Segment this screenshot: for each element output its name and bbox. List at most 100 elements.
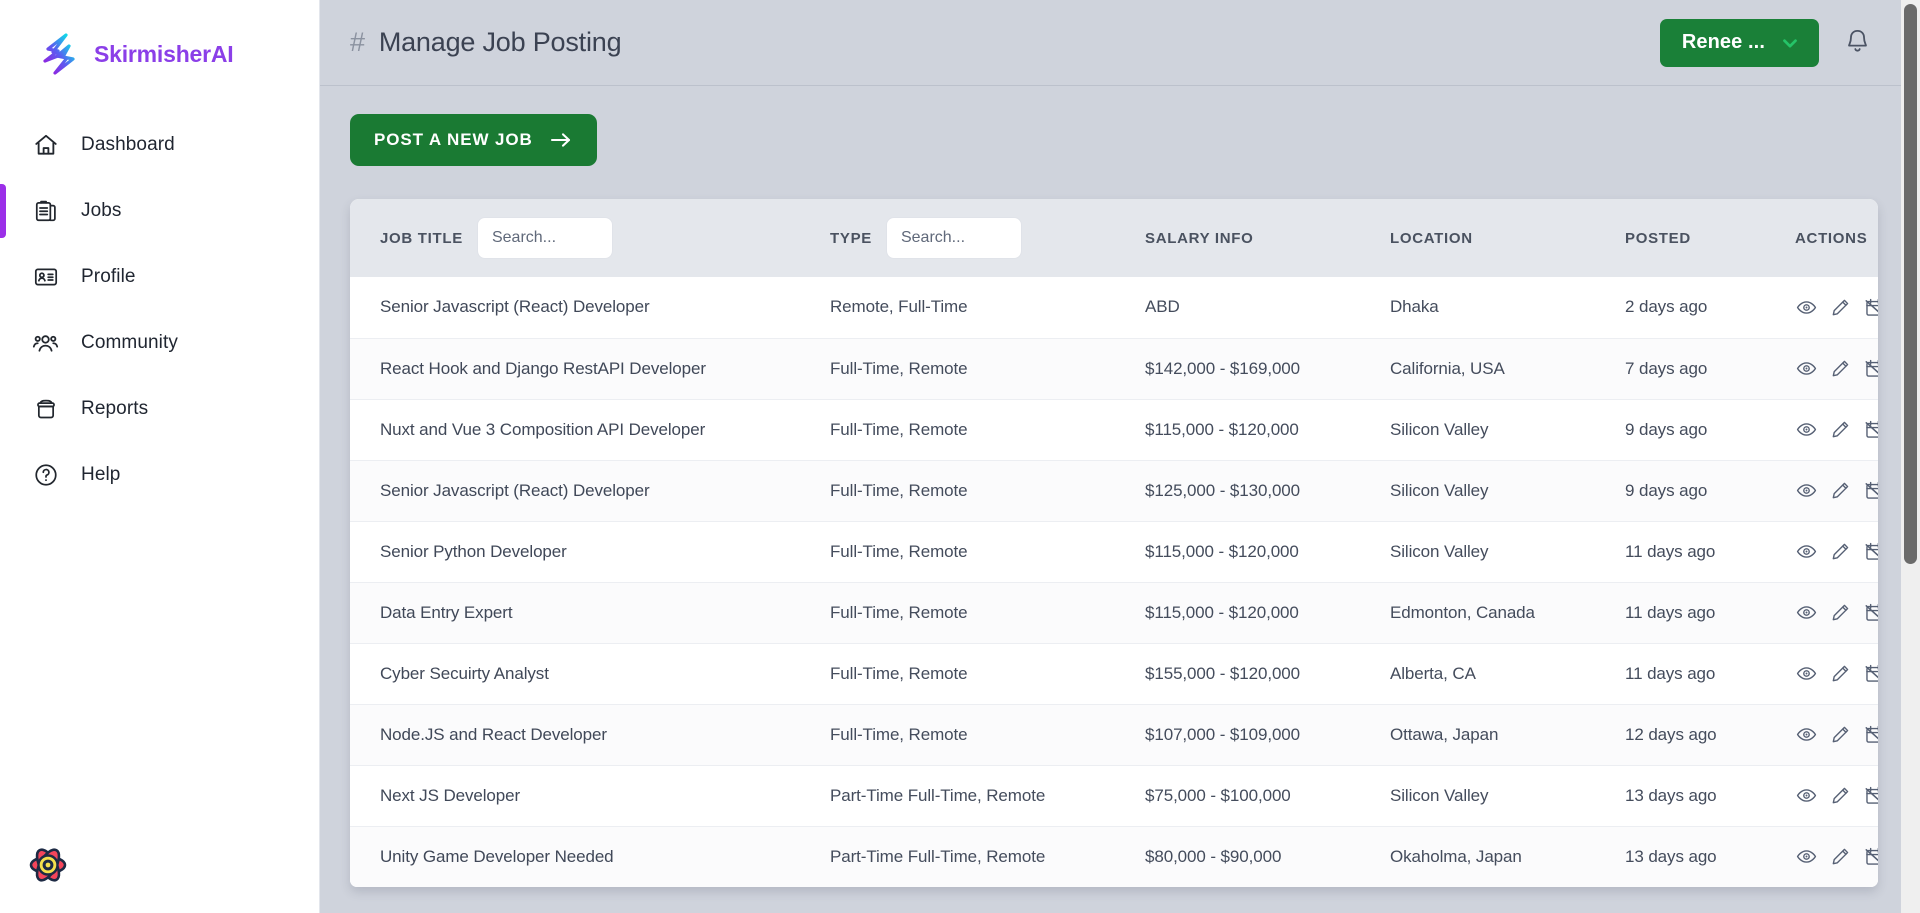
cell-posted: 11 days ago <box>1625 663 1716 683</box>
cell-posted: 12 days ago <box>1625 724 1717 744</box>
column-label: TYPE <box>830 229 872 247</box>
cell-job-title: React Hook and Django RestAPI Developer <box>380 358 706 378</box>
pencil-action-button[interactable] <box>1829 724 1851 746</box>
pencil-action-button[interactable] <box>1829 785 1851 807</box>
calendar-slash-icon <box>1864 602 1878 623</box>
cell-actions <box>1795 765 1878 826</box>
eye-action-button[interactable] <box>1795 480 1817 502</box>
table-row[interactable]: Next JS Developer Part-Time Full-Time, Re… <box>350 765 1878 826</box>
pencil-action-button[interactable] <box>1829 602 1851 624</box>
cell-type: Part-Time Full-Time, Remote <box>830 785 1046 805</box>
table-row[interactable]: Data Entry Expert Full-Time, Remote $115,0… <box>350 582 1878 643</box>
calendar-slash-action-button[interactable] <box>1863 296 1878 318</box>
sidebar-item-label: Reports <box>81 398 149 419</box>
cell-salary: $80,000 - $90,000 <box>1145 846 1282 866</box>
calendar-slash-icon <box>1864 480 1878 501</box>
calendar-slash-action-button[interactable] <box>1863 358 1878 380</box>
table-row[interactable]: Senior Javascript (React) Developer Full-… <box>350 460 1878 521</box>
table-row[interactable]: Nuxt and Vue 3 Composition API Developer… <box>350 399 1878 460</box>
table-row[interactable]: Node.JS and React Developer Full-Time, Re… <box>350 704 1878 765</box>
sidebar-item-profile[interactable]: Profile <box>0 244 319 310</box>
pencil-action-button[interactable] <box>1829 663 1851 685</box>
calendar-slash-action-button[interactable] <box>1863 724 1878 746</box>
calendar-slash-icon <box>1864 358 1878 379</box>
calendar-slash-action-button[interactable] <box>1863 480 1878 502</box>
eye-action-button[interactable] <box>1795 419 1817 441</box>
pencil-icon <box>1830 297 1851 318</box>
table-header-row: JOB TITLE TYPE SALARY INFO <box>350 199 1878 277</box>
calendar-slash-action-button[interactable] <box>1863 785 1878 807</box>
cell-job-title: Unity Game Developer Needed <box>380 846 614 866</box>
jobs-table-card: JOB TITLE TYPE SALARY INFO <box>350 199 1878 887</box>
cell-actions <box>1795 277 1878 338</box>
eye-action-button[interactable] <box>1795 785 1817 807</box>
pencil-action-button[interactable] <box>1829 846 1851 868</box>
job-title-search-input[interactable] <box>476 217 613 259</box>
cell-type: Full-Time, Remote <box>830 602 968 622</box>
content-area: POST A NEW JOB JOB TITLE Search... TYPE … <box>320 86 1920 887</box>
calendar-slash-action-button[interactable] <box>1863 419 1878 441</box>
cell-actions <box>1795 643 1878 704</box>
sidebar: SkirmisherAI Dashboard Jobs Profile Comm… <box>0 0 320 913</box>
table-row[interactable]: Unity Game Developer Needed Part-Time Ful… <box>350 826 1878 887</box>
vertical-scrollbar[interactable] <box>1901 0 1920 913</box>
notification-bell-button[interactable] <box>1843 27 1872 59</box>
eye-action-button[interactable] <box>1795 663 1817 685</box>
pencil-action-button[interactable] <box>1829 296 1851 318</box>
cell-salary: $115,000 - $120,000 <box>1145 602 1299 622</box>
pencil-action-button[interactable] <box>1829 480 1851 502</box>
cell-salary: $107,000 - $109,000 <box>1145 724 1301 744</box>
row-actions <box>1795 296 1878 318</box>
vertical-scrollbar-thumb[interactable] <box>1904 4 1917 564</box>
column-header-actions: ACTIONS <box>1795 229 1868 247</box>
row-actions <box>1795 724 1878 746</box>
pencil-icon <box>1830 846 1851 867</box>
calendar-slash-action-button[interactable] <box>1863 663 1878 685</box>
cell-type: Full-Time, Remote <box>830 419 968 439</box>
eye-action-button[interactable] <box>1795 541 1817 563</box>
calendar-slash-action-button[interactable] <box>1863 541 1878 563</box>
eye-icon <box>1796 480 1817 501</box>
table-row[interactable]: React Hook and Django RestAPI Developer F… <box>350 338 1878 399</box>
sidebar-item-help[interactable]: Help <box>0 442 319 508</box>
row-actions <box>1795 419 1878 441</box>
cell-job-title: Node.JS and React Developer <box>380 724 607 744</box>
table-row[interactable]: Cyber Secuirty Analyst Full-Time, Remote $… <box>350 643 1878 704</box>
eye-action-button[interactable] <box>1795 846 1817 868</box>
calendar-slash-action-button[interactable] <box>1863 602 1878 624</box>
pencil-action-button[interactable] <box>1829 541 1851 563</box>
cell-posted: 13 days ago <box>1625 785 1717 805</box>
eye-action-button[interactable] <box>1795 296 1817 318</box>
sidebar-item-dashboard[interactable]: Dashboard <box>0 112 319 178</box>
eye-action-button[interactable] <box>1795 358 1817 380</box>
sidebar-item-jobs[interactable]: Jobs <box>0 178 319 244</box>
pencil-icon <box>1830 541 1851 562</box>
calendar-slash-action-button[interactable] <box>1863 846 1878 868</box>
bell-icon <box>1843 27 1872 59</box>
cell-salary: $115,000 - $120,000 <box>1145 419 1299 439</box>
post-a-new-job-button[interactable]: POST A NEW JOB <box>350 114 597 166</box>
table-row[interactable]: Senior Python Developer Full-Time, Remote… <box>350 521 1878 582</box>
table-row[interactable]: Senior Javascript (React) Developer Remot… <box>350 277 1878 338</box>
brand[interactable]: SkirmisherAI <box>0 0 319 86</box>
pencil-action-button[interactable] <box>1829 358 1851 380</box>
row-actions <box>1795 602 1878 624</box>
pencil-icon <box>1830 724 1851 745</box>
eye-action-button[interactable] <box>1795 724 1817 746</box>
cell-posted: 9 days ago <box>1625 480 1708 500</box>
calendar-slash-icon <box>1864 419 1878 440</box>
react-atom-flower-icon <box>22 839 74 891</box>
chevron-down-icon <box>1779 32 1801 54</box>
eye-action-button[interactable] <box>1795 602 1817 624</box>
cell-location: California, USA <box>1390 358 1505 378</box>
type-search-input[interactable] <box>885 217 1022 259</box>
pencil-action-button[interactable] <box>1829 419 1851 441</box>
eye-icon <box>1796 846 1817 867</box>
sidebar-item-community[interactable]: Community <box>0 310 319 376</box>
cell-location: Okaholma, Japan <box>1390 846 1522 866</box>
cell-actions <box>1795 338 1878 399</box>
sidebar-item-reports[interactable]: Reports <box>0 376 319 442</box>
lightning-bolt-icon <box>38 32 82 76</box>
user-menu-button[interactable]: Renee ... <box>1659 18 1819 67</box>
cell-type: Full-Time, Remote <box>830 663 968 683</box>
